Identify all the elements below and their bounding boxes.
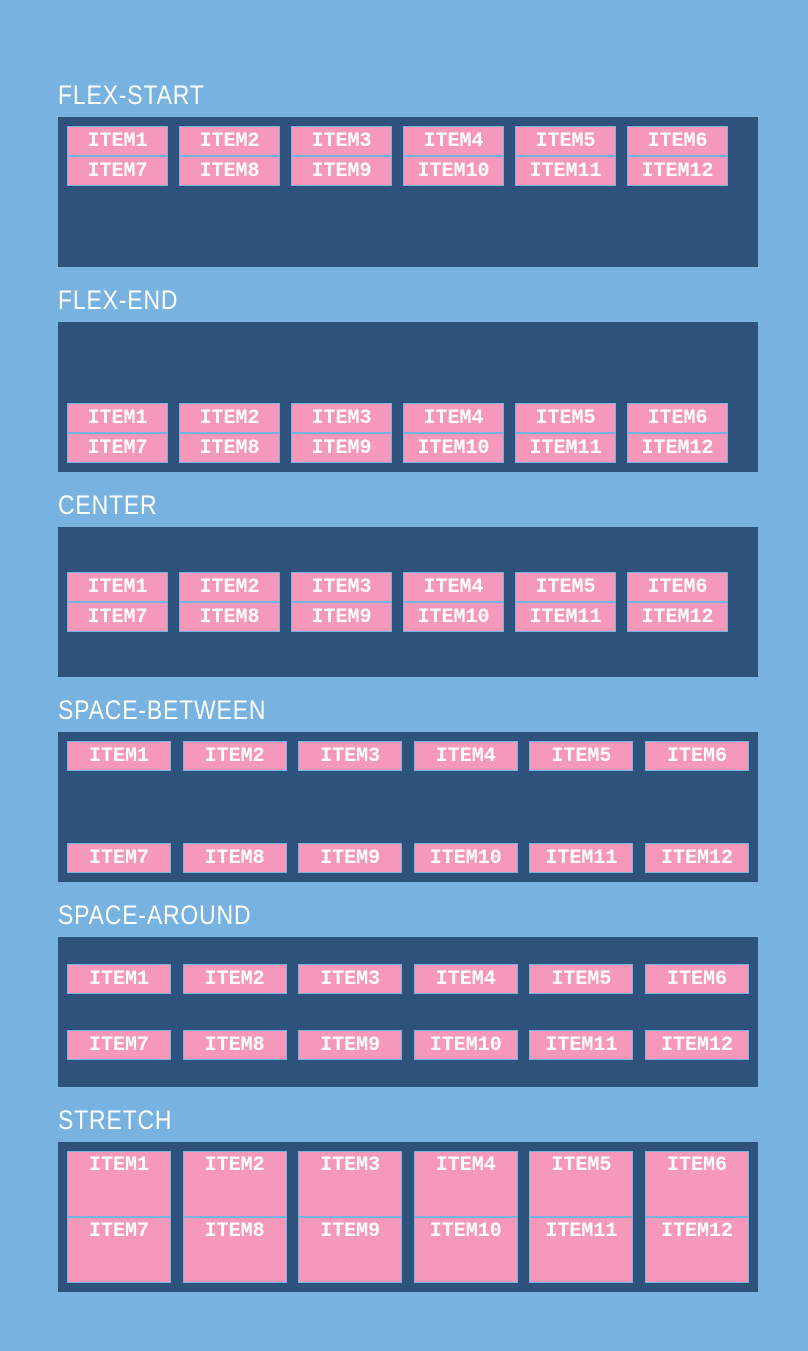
section-center: CENTER ITEM1 ITEM2 ITEM3 ITEM4 ITEM5 ITE… bbox=[58, 490, 758, 677]
flex-item: ITEM6 bbox=[627, 126, 728, 156]
flex-item: ITEM12 bbox=[627, 433, 728, 463]
flex-item: ITEM10 bbox=[414, 843, 518, 873]
flex-item: ITEM3 bbox=[298, 741, 402, 771]
flex-container-space-between: ITEM1 ITEM2 ITEM3 ITEM4 ITEM5 ITEM6 ITEM… bbox=[58, 732, 758, 882]
flex-item: ITEM4 bbox=[414, 964, 518, 994]
flex-item: ITEM2 bbox=[179, 403, 280, 433]
flex-item: ITEM12 bbox=[627, 602, 728, 632]
section-title: SPACE-AROUND bbox=[58, 900, 653, 931]
flex-item: ITEM7 bbox=[67, 1217, 171, 1283]
flex-item: ITEM6 bbox=[645, 741, 749, 771]
section-flex-start: FLEX-START ITEM1 ITEM2 ITEM3 ITEM4 ITEM5… bbox=[58, 80, 758, 267]
flex-item: ITEM3 bbox=[291, 572, 392, 602]
flex-item: ITEM11 bbox=[529, 1217, 633, 1283]
section-title: STRETCH bbox=[58, 1105, 653, 1136]
section-title: FLEX-START bbox=[58, 80, 653, 111]
flex-item: ITEM5 bbox=[529, 1151, 633, 1217]
flex-item: ITEM6 bbox=[645, 964, 749, 994]
flex-item: ITEM7 bbox=[67, 602, 168, 632]
section-space-between: SPACE-BETWEEN ITEM1 ITEM2 ITEM3 ITEM4 IT… bbox=[58, 695, 758, 882]
flex-item: ITEM8 bbox=[179, 156, 280, 186]
flex-item: ITEM10 bbox=[403, 156, 504, 186]
section-title: CENTER bbox=[58, 490, 653, 521]
flex-item: ITEM6 bbox=[645, 1151, 749, 1217]
flex-item: ITEM7 bbox=[67, 156, 168, 186]
flex-item: ITEM1 bbox=[67, 572, 168, 602]
flex-item: ITEM8 bbox=[183, 1217, 287, 1283]
flex-item: ITEM12 bbox=[627, 156, 728, 186]
flex-item: ITEM10 bbox=[403, 433, 504, 463]
flex-item: ITEM8 bbox=[183, 843, 287, 873]
flex-item: ITEM12 bbox=[645, 843, 749, 873]
flex-item: ITEM5 bbox=[515, 572, 616, 602]
flex-item: ITEM10 bbox=[403, 602, 504, 632]
flex-item: ITEM2 bbox=[183, 1151, 287, 1217]
flex-item: ITEM5 bbox=[529, 741, 633, 771]
flex-item: ITEM4 bbox=[403, 126, 504, 156]
flex-item: ITEM11 bbox=[515, 602, 616, 632]
flex-item: ITEM4 bbox=[403, 572, 504, 602]
flex-item: ITEM3 bbox=[291, 403, 392, 433]
flex-item: ITEM10 bbox=[414, 1030, 518, 1060]
flex-item: ITEM8 bbox=[179, 602, 280, 632]
flex-container-flex-end: ITEM1 ITEM2 ITEM3 ITEM4 ITEM5 ITEM6 ITEM… bbox=[58, 322, 758, 472]
flex-item: ITEM1 bbox=[67, 126, 168, 156]
flex-item: ITEM3 bbox=[298, 1151, 402, 1217]
flex-item: ITEM6 bbox=[627, 572, 728, 602]
flex-item: ITEM3 bbox=[298, 964, 402, 994]
flex-container-flex-start: ITEM1 ITEM2 ITEM3 ITEM4 ITEM5 ITEM6 ITEM… bbox=[58, 117, 758, 267]
flex-item: ITEM11 bbox=[529, 843, 633, 873]
flex-item: ITEM9 bbox=[298, 1030, 402, 1060]
flex-item: ITEM11 bbox=[529, 1030, 633, 1060]
flex-item: ITEM9 bbox=[298, 1217, 402, 1283]
flex-item: ITEM12 bbox=[645, 1217, 749, 1283]
flex-item: ITEM4 bbox=[414, 741, 518, 771]
flex-item: ITEM3 bbox=[291, 126, 392, 156]
flex-item: ITEM2 bbox=[179, 572, 280, 602]
flex-item: ITEM11 bbox=[515, 156, 616, 186]
flex-item: ITEM8 bbox=[179, 433, 280, 463]
flex-item: ITEM2 bbox=[183, 964, 287, 994]
flex-item: ITEM9 bbox=[291, 433, 392, 463]
flex-container-center: ITEM1 ITEM2 ITEM3 ITEM4 ITEM5 ITEM6 ITEM… bbox=[58, 527, 758, 677]
flex-item: ITEM7 bbox=[67, 1030, 171, 1060]
flex-item: ITEM4 bbox=[414, 1151, 518, 1217]
flex-item: ITEM2 bbox=[179, 126, 280, 156]
section-title: FLEX-END bbox=[58, 285, 653, 316]
flex-item: ITEM11 bbox=[515, 433, 616, 463]
section-flex-end: FLEX-END ITEM1 ITEM2 ITEM3 ITEM4 ITEM5 I… bbox=[58, 285, 758, 472]
section-space-around: SPACE-AROUND ITEM1 ITEM2 ITEM3 ITEM4 ITE… bbox=[58, 900, 758, 1087]
flex-item: ITEM9 bbox=[291, 156, 392, 186]
flex-item: ITEM7 bbox=[67, 843, 171, 873]
flex-item: ITEM9 bbox=[298, 843, 402, 873]
flex-item: ITEM8 bbox=[183, 1030, 287, 1060]
flex-item: ITEM5 bbox=[515, 126, 616, 156]
flex-item: ITEM1 bbox=[67, 403, 168, 433]
flex-item: ITEM6 bbox=[627, 403, 728, 433]
flex-item: ITEM4 bbox=[403, 403, 504, 433]
flex-item: ITEM1 bbox=[67, 964, 171, 994]
flex-item: ITEM10 bbox=[414, 1217, 518, 1283]
flex-item: ITEM1 bbox=[67, 741, 171, 771]
flex-item: ITEM5 bbox=[529, 964, 633, 994]
flex-item: ITEM7 bbox=[67, 433, 168, 463]
section-stretch: STRETCH ITEM1 ITEM2 ITEM3 ITEM4 ITEM5 IT… bbox=[58, 1105, 758, 1292]
flex-item: ITEM9 bbox=[291, 602, 392, 632]
flex-item: ITEM12 bbox=[645, 1030, 749, 1060]
section-title: SPACE-BETWEEN bbox=[58, 695, 653, 726]
flex-container-stretch: ITEM1 ITEM2 ITEM3 ITEM4 ITEM5 ITEM6 ITEM… bbox=[58, 1142, 758, 1292]
flex-item: ITEM5 bbox=[515, 403, 616, 433]
flex-container-space-around: ITEM1 ITEM2 ITEM3 ITEM4 ITEM5 ITEM6 ITEM… bbox=[58, 937, 758, 1087]
flex-item: ITEM1 bbox=[67, 1151, 171, 1217]
flex-item: ITEM2 bbox=[183, 741, 287, 771]
